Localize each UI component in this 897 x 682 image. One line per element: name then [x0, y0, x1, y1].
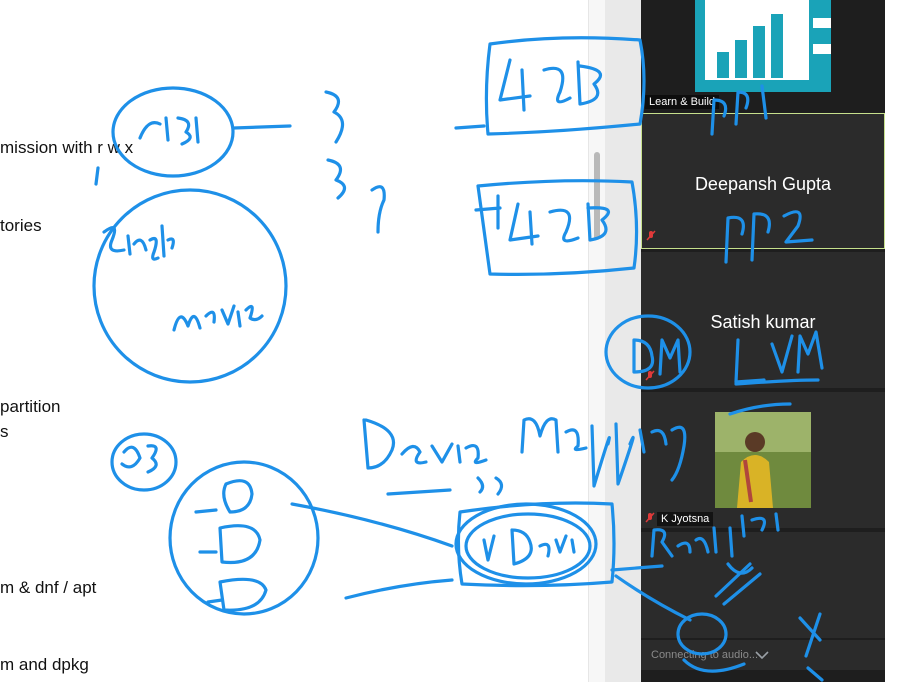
participant-tile-jyotsna[interactable]: K Jyotsna	[641, 392, 885, 528]
scrollbar-thumb[interactable]	[594, 152, 600, 240]
doc-line-s: s	[0, 422, 9, 441]
doc-line-dpkg: m and dpkg	[0, 655, 89, 674]
participant-name-deepansh: Deepansh Gupta	[694, 174, 832, 194]
chevron-down-icon[interactable]	[755, 651, 769, 659]
participant-tile-learn-build[interactable]: Learn & Build	[641, 0, 885, 110]
doc-line-dnf-apt: m & dnf / apt	[0, 578, 97, 597]
participant-name-satish: Satish kumar	[710, 312, 816, 332]
document-area: mission with r w x tories partition s m …	[0, 0, 605, 682]
doc-line-directories: tories	[0, 216, 42, 235]
connection-status-text: Connecting to audio...	[651, 649, 759, 661]
muted-mic-icon	[646, 230, 656, 241]
document-scrollbar[interactable]	[588, 0, 606, 682]
doc-line-permission: mission with r w x	[0, 138, 134, 157]
participant-photo	[715, 412, 811, 508]
panel-divider	[605, 0, 641, 682]
participant-tile-satish[interactable]: Satish kumar	[641, 252, 885, 388]
learn-build-logo	[695, 0, 831, 92]
participant-tile-deepansh[interactable]: Deepansh Gupta	[641, 113, 885, 249]
muted-mic-icon	[645, 370, 655, 381]
connection-status-bar: Connecting to audio...	[641, 640, 885, 670]
tile-label-learn-build: Learn & Build	[645, 95, 720, 109]
muted-mic-icon	[645, 512, 655, 523]
doc-line-partition: partition	[0, 397, 61, 416]
tile-label-jyotsna: K Jyotsna	[657, 512, 714, 526]
participant-tile-empty[interactable]	[641, 532, 885, 638]
